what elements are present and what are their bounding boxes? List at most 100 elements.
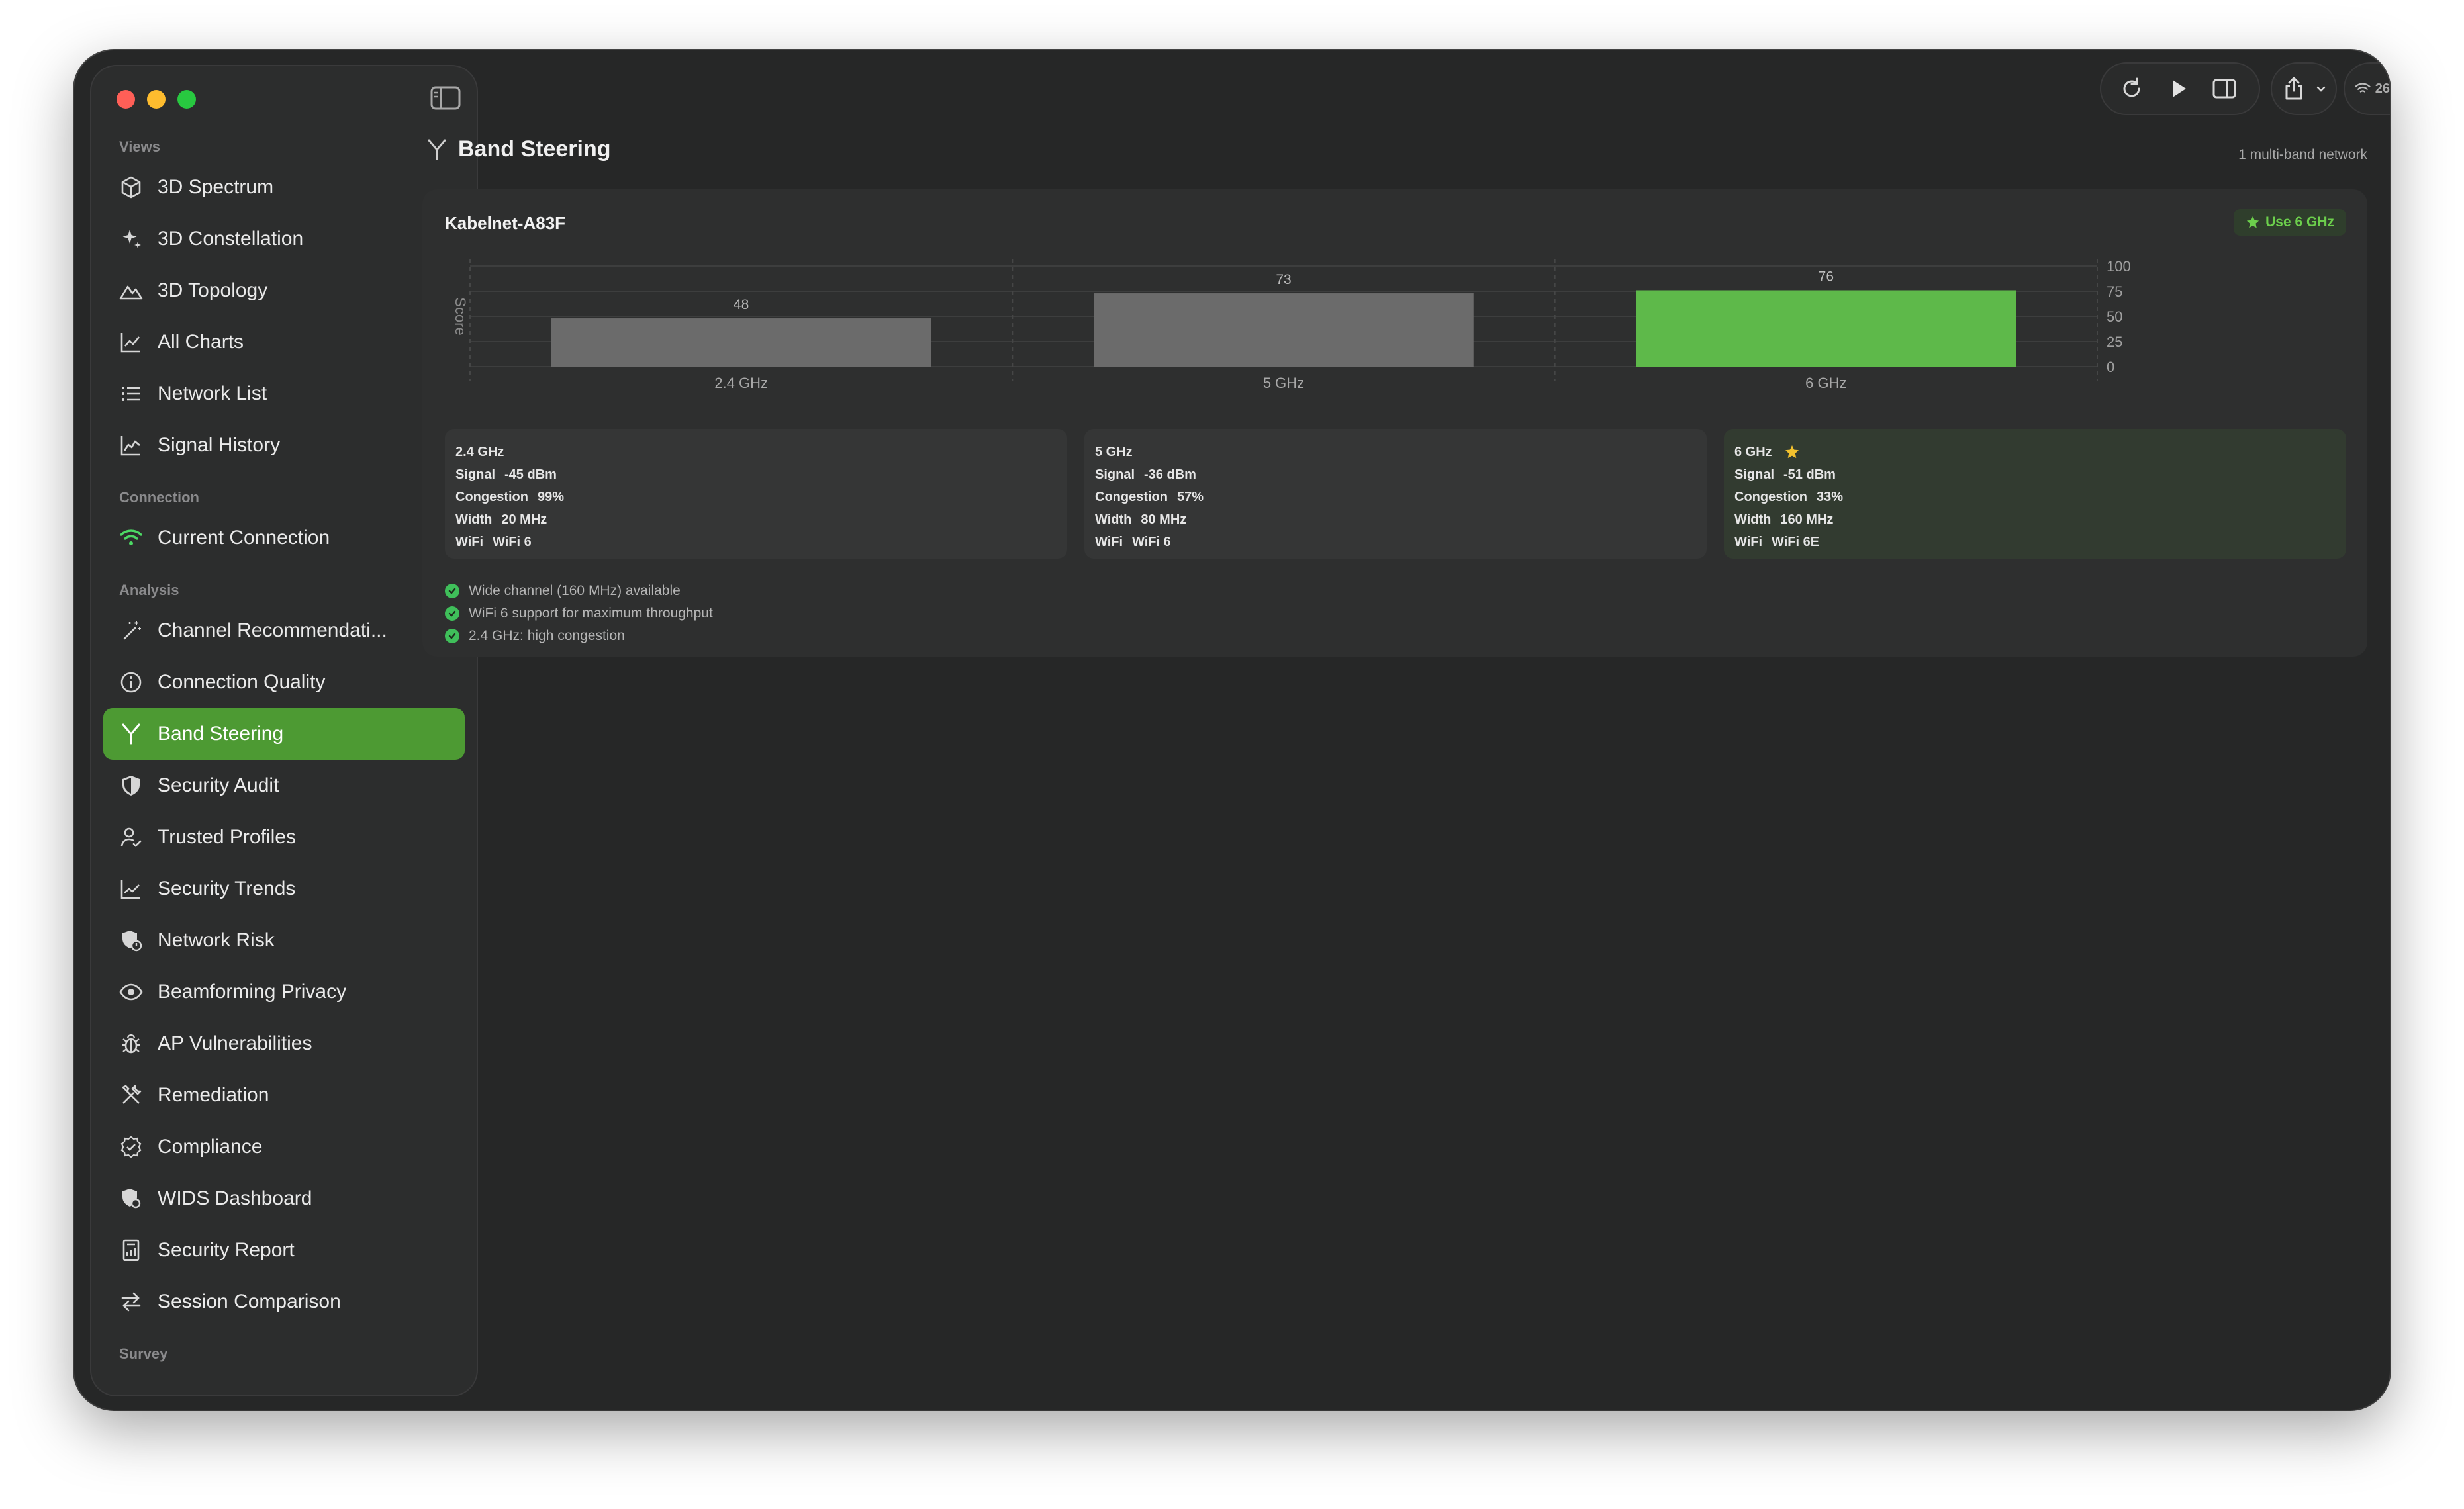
sidebar-item-label: 3D Topology (158, 279, 268, 301)
sidebar-item-compliance[interactable]: Compliance (103, 1121, 465, 1173)
sidebar-item-session-comparison[interactable]: Session Comparison (103, 1276, 465, 1328)
info-circle-icon (120, 672, 142, 693)
band-wifi-standard: WiFi WiFi 6 (1095, 535, 1171, 549)
sidebar: Views 3D Spectrum 3D Constellation 3D To… (90, 65, 478, 1396)
y-axis-label: Score (452, 297, 469, 335)
x-tick-label: 6 GHz (1805, 375, 1846, 391)
sidebar-item-label: Network Risk (158, 929, 275, 951)
sidebar-item-label: Remediation (158, 1084, 269, 1106)
sidebar-item-label: Security Audit (158, 774, 279, 796)
x-tick-label: 5 GHz (1263, 375, 1304, 391)
star-icon (2246, 216, 2259, 228)
inspector-panel-icon (2212, 79, 2236, 99)
sidebar-item-label: Connection Quality (158, 671, 326, 693)
y-tick-label: 100 (2107, 258, 2131, 275)
sidebar-item-ap-vulnerabilities[interactable]: AP Vulnerabilities (103, 1018, 465, 1070)
band-details: 2.4 GHz Signal -45 dBm Congestion 99% Widt… (445, 429, 2346, 559)
bar-value-label: 73 (1276, 272, 1291, 287)
sidebar-item-label: Compliance (158, 1136, 263, 1158)
sidebar-item-signal-history[interactable]: Signal History 200 (103, 420, 465, 471)
y-tick-label: 25 (2107, 334, 2122, 350)
refresh-icon (2123, 77, 2140, 97)
sidebar-item-label: Session Comparison (158, 1291, 341, 1312)
band-width: Width 20 MHz (455, 512, 547, 527)
checkmark-icon (445, 606, 459, 621)
sidebar-item-label: Band Steering (158, 723, 284, 745)
sidebar-item-label: Trusted Profiles (158, 826, 296, 848)
sidebar-item-beamforming-privacy[interactable]: Beamforming Privacy (103, 966, 465, 1018)
share-icon (2285, 77, 2302, 100)
bar (1636, 290, 2016, 367)
wifi-network-count: 26 (2375, 81, 2390, 96)
sidebar-item-network-list[interactable]: Network List 26 (103, 368, 465, 420)
sparkles-icon (122, 230, 141, 248)
y-tick-label: 50 (2107, 308, 2122, 325)
person-check-icon (120, 827, 142, 847)
band-width: Width 80 MHz (1095, 512, 1187, 527)
sidebar-item-band-steering[interactable]: Band Steering (103, 708, 465, 760)
play-icon (2173, 80, 2186, 97)
minimize-window-button[interactable] (147, 90, 166, 109)
sidebar-item-3d-constellation[interactable]: 3D Constellation (103, 213, 465, 265)
sidebar-item-network-risk[interactable]: Network Risk (103, 915, 465, 966)
sidebar-item-security-report[interactable]: Security Report (103, 1224, 465, 1276)
sidebar-item-current-connection[interactable]: Current Connection (103, 512, 465, 564)
line-chart-icon (120, 333, 140, 353)
fork-icon (428, 139, 446, 160)
sidebar-item-security-audit[interactable]: Security Audit (103, 760, 465, 811)
section-views: Views (119, 138, 160, 155)
section-survey: Survey (119, 1346, 168, 1362)
sidebar-item-label: Channel Recommendati... (158, 619, 387, 641)
wifi-icon (120, 529, 142, 545)
sidebar-item-channel-recommendati[interactable]: Channel Recommendati... (103, 605, 465, 657)
sidebar-item-label: 3D Spectrum (158, 176, 274, 198)
sidebar-item-wids-dashboard[interactable]: WIDS Dashboard (103, 1173, 465, 1224)
arrows-swap-icon (121, 1292, 141, 1312)
sidebar-item-security-trends[interactable]: Security Trends (103, 863, 465, 915)
band-signal: Signal -51 dBm (1734, 467, 1836, 482)
cube-icon (121, 176, 141, 199)
sidebar-item-label: AP Vulnerabilities (158, 1032, 312, 1054)
sidebar-item-3d-spectrum[interactable]: 3D Spectrum (103, 161, 465, 213)
play-button[interactable] (2159, 70, 2197, 107)
wifi-status-icon (2355, 83, 2371, 93)
section-analysis: Analysis (119, 582, 179, 598)
sidebar-item-label: Security Trends (158, 878, 296, 899)
band-card: 2.4 GHz Signal -45 dBm Congestion 99% Widt… (445, 429, 1067, 559)
sidebar-item-trusted-profiles[interactable]: Trusted Profiles (103, 811, 465, 863)
checkmark-icon (445, 584, 459, 598)
sidebar-item-3d-topology[interactable]: 3D Topology (103, 265, 465, 316)
wand-icon (123, 621, 141, 640)
toolbar-playback-group (2100, 62, 2260, 115)
recommendation-badge: Use 6 GHz (2234, 209, 2346, 236)
sidebar-item-remediation[interactable]: Remediation (103, 1070, 465, 1121)
bar (1094, 293, 1474, 367)
bar-value-label: 76 (1819, 269, 1834, 284)
band-name: 5 GHz (1095, 444, 1133, 459)
shield-icon (122, 776, 140, 796)
sidebar-item-connection-quality[interactable]: Connection Quality (103, 657, 465, 708)
band-congestion: Congestion 99% (455, 490, 565, 504)
close-window-button[interactable] (117, 90, 135, 109)
refresh-button[interactable] (2113, 70, 2150, 107)
sidebar-item-label: Signal History (158, 434, 281, 456)
y-tick-label: 0 (2107, 359, 2114, 375)
chevron-down-icon (2316, 86, 2326, 92)
sidebar-item-label: All Charts (158, 331, 244, 353)
band-card: 6 GHz Signal -51 dBm Congestion 33% Width 1… (1724, 429, 2346, 559)
x-tick-label: 2.4 GHz (714, 375, 768, 391)
window-controls (117, 90, 196, 109)
sidebar-toggle-button[interactable] (430, 86, 461, 110)
sidebar-item-all-charts[interactable]: All Charts (103, 316, 465, 368)
wifi-status-button[interactable]: 26 (2344, 62, 2390, 115)
sidebar-item-label: Network List (158, 383, 267, 404)
star-icon (1785, 445, 1799, 459)
share-menu-button[interactable] (2271, 62, 2337, 115)
zoom-window-button[interactable] (177, 90, 196, 109)
sidebar-list: Views 3D Spectrum 3D Constellation 3D To… (91, 132, 477, 1395)
multi-band-count: 1 multi-band network (2238, 147, 2367, 162)
band-wifi-standard: WiFi WiFi 6 (455, 535, 532, 549)
network-card: Kabelnet-A83F Use 6 GHz 0 25 50 75 100 Score 4… (422, 189, 2367, 657)
sidebar-toggle-icon (430, 86, 461, 110)
inspector-toggle-button[interactable] (2206, 70, 2243, 107)
